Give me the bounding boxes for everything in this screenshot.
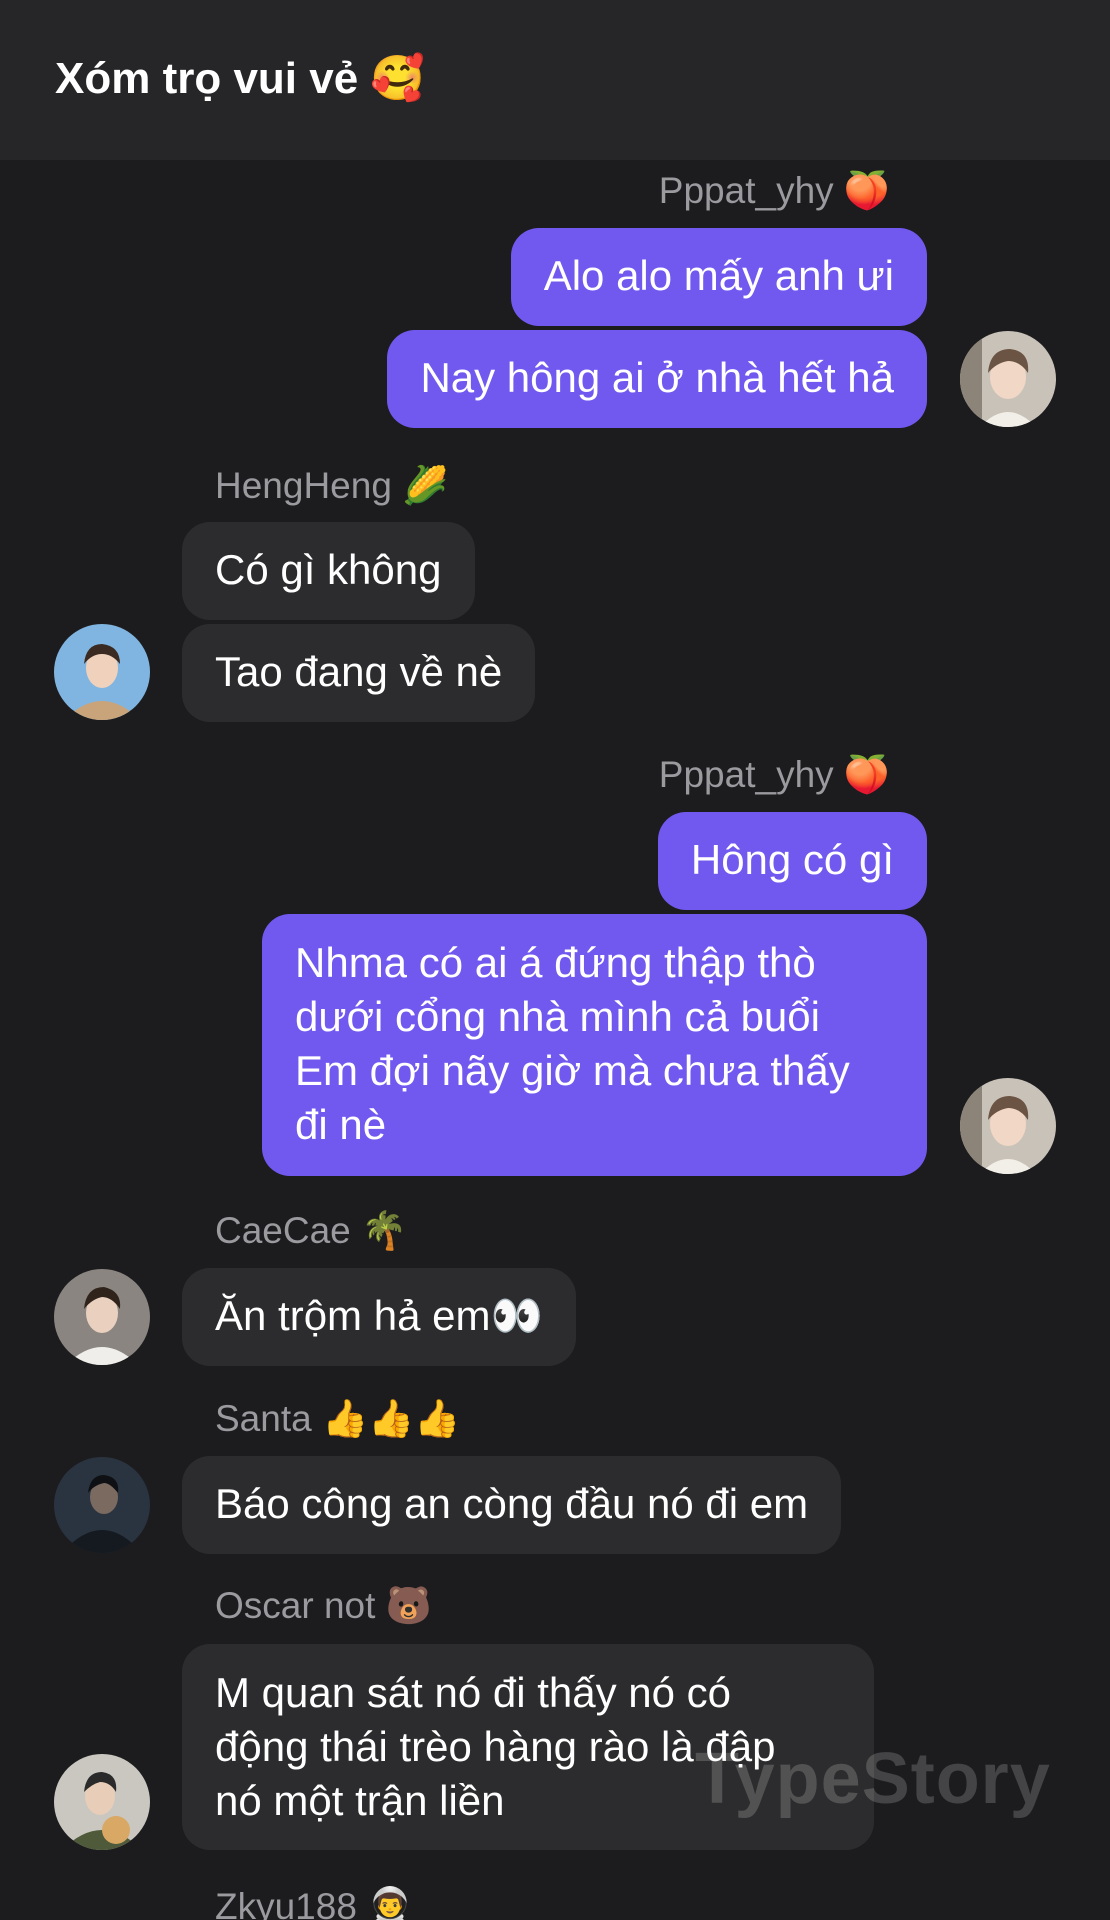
- message-bubble[interactable]: Có gì không: [182, 522, 475, 620]
- avatar[interactable]: [960, 1078, 1056, 1174]
- avatar[interactable]: [54, 1754, 150, 1850]
- sender-name: Zkyu188 👨‍🚀: [215, 1886, 414, 1920]
- sender-name: Oscar not 🐻: [215, 1585, 432, 1626]
- message-list[interactable]: Pppat_yhy 🍑 Alo alo mấy anh ưi Nay hông …: [0, 160, 1110, 1920]
- message-bubble[interactable]: Nhma có ai á đứng thập thò dưới cổng nhà…: [262, 914, 927, 1176]
- avatar-image: [54, 1269, 150, 1365]
- message-bubble[interactable]: Alo alo mấy anh ưi: [510, 228, 927, 326]
- avatar-image: [54, 624, 150, 720]
- avatar-image: [54, 1457, 150, 1553]
- message-bubble[interactable]: Nay hông ai ở nhà hết hả: [387, 330, 927, 428]
- avatar[interactable]: [960, 331, 1056, 427]
- message-bubble[interactable]: Ăn trộm hả em👀: [182, 1268, 576, 1366]
- avatar[interactable]: [54, 1269, 150, 1365]
- avatar[interactable]: [54, 1457, 150, 1553]
- sender-name: Pppat_yhy 🍑: [658, 754, 890, 795]
- avatar-image: [960, 1078, 1056, 1174]
- message-bubble[interactable]: Báo công an còng đầu nó đi em: [182, 1456, 842, 1554]
- watermark: TypeStory: [695, 1739, 1051, 1819]
- avatar-image: [54, 1754, 150, 1850]
- chat-title: Xóm trọ vui vẻ 🥰: [55, 54, 426, 103]
- message-bubble[interactable]: Tao đang về nè: [182, 624, 536, 722]
- avatar[interactable]: [54, 624, 150, 720]
- sender-name: CaeCae 🌴: [215, 1210, 408, 1251]
- avatar-image: [960, 331, 1056, 427]
- sender-name: Pppat_yhy 🍑: [658, 170, 890, 211]
- message-bubble[interactable]: Hông có gì: [657, 812, 927, 910]
- sender-name: HengHeng 🌽: [215, 465, 449, 506]
- chat-header: Xóm trọ vui vẻ 🥰: [0, 0, 1110, 160]
- sender-name: Santa 👍👍👍: [215, 1398, 461, 1439]
